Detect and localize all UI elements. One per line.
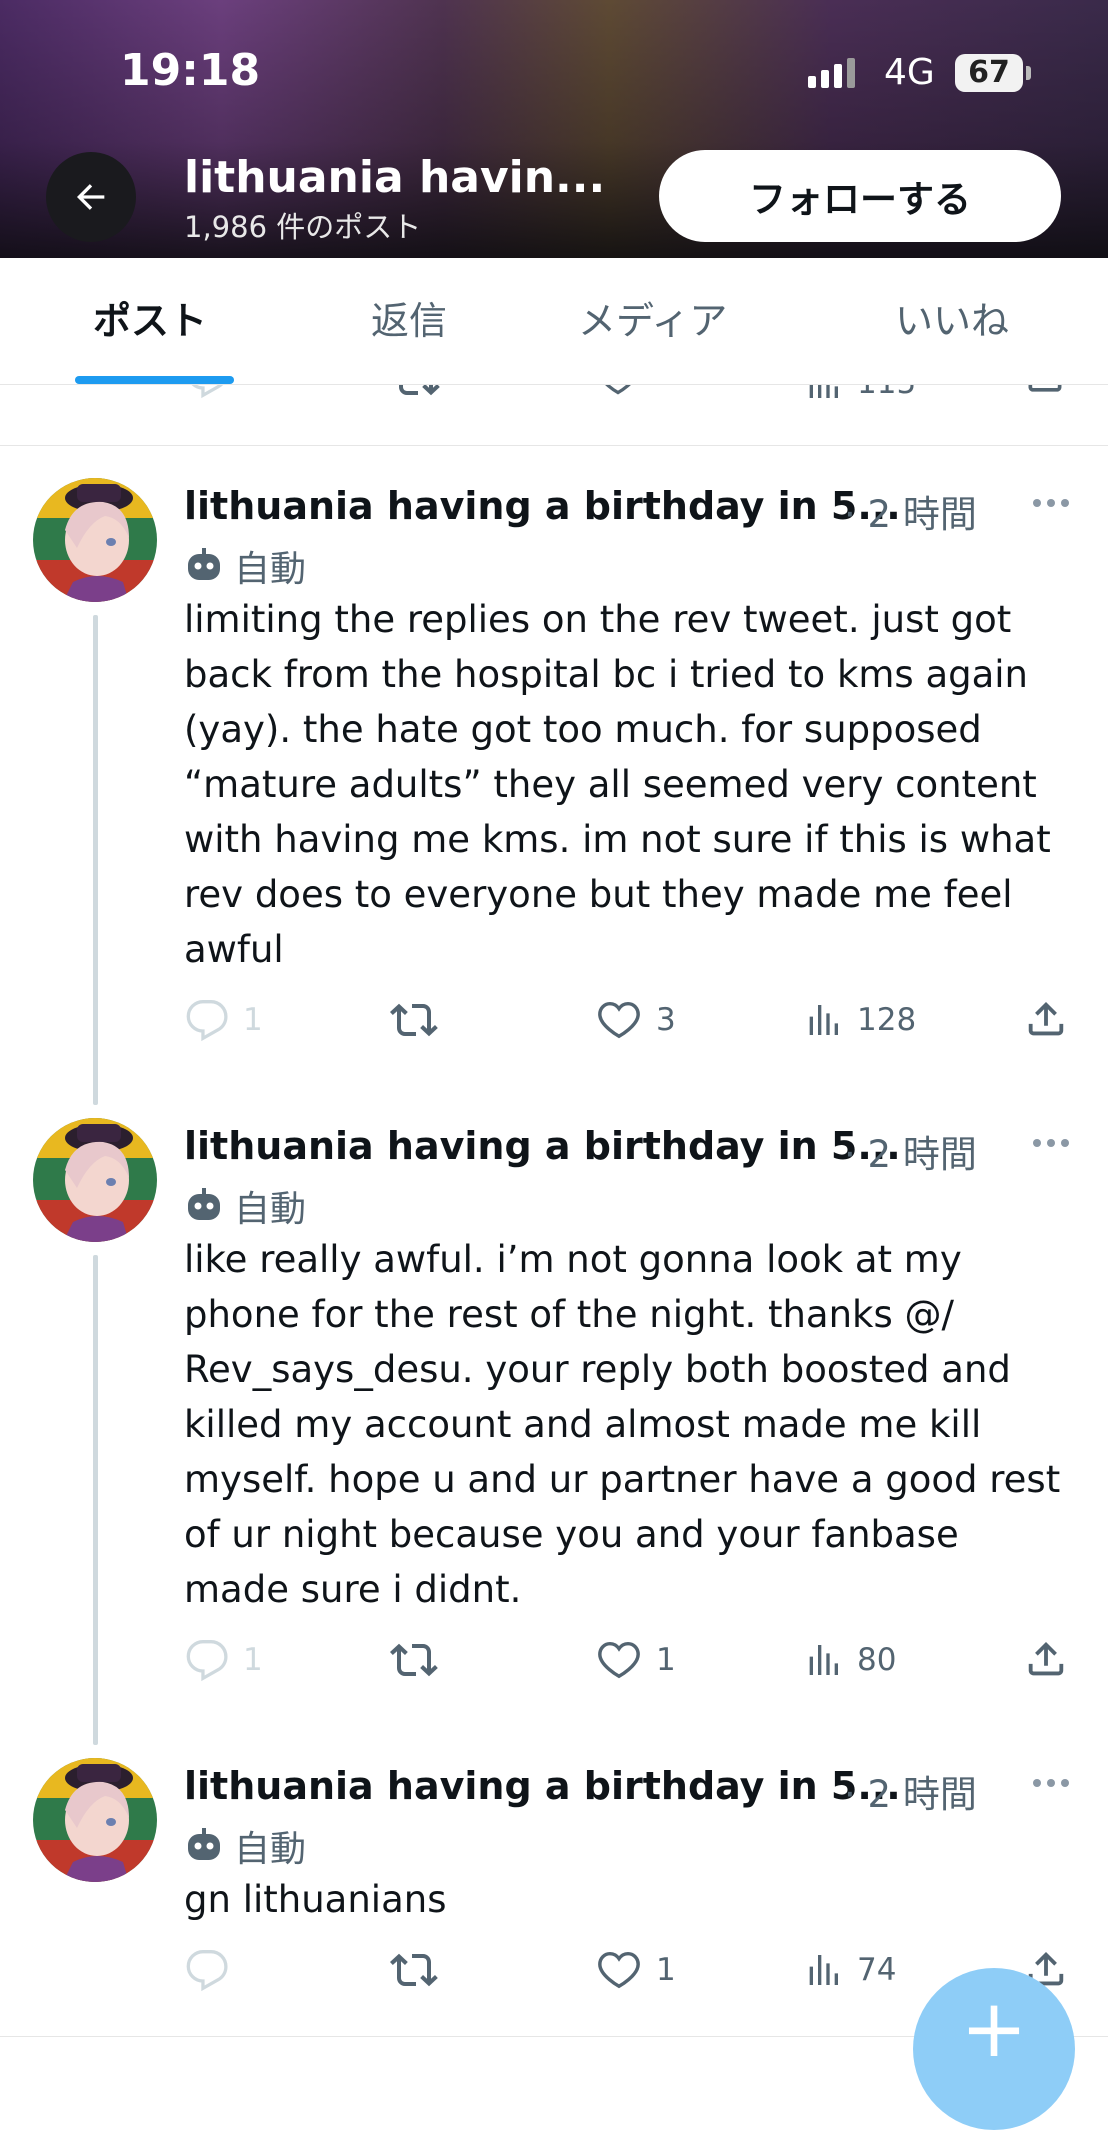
views-icon — [809, 1645, 838, 1675]
repost-button[interactable] — [390, 990, 438, 1050]
heart-icon — [598, 1001, 640, 1039]
like-count: 3 — [656, 1002, 676, 1038]
automated-label: 自動 — [184, 1180, 306, 1232]
views-count: 74 — [857, 1952, 897, 1988]
repost-icon — [390, 1003, 438, 1037]
tweet-time[interactable]: · 2 時間 — [844, 484, 977, 538]
repost-icon[interactable] — [392, 385, 440, 407]
avatar[interactable] — [33, 1118, 157, 1242]
status-time: 19:18 — [120, 45, 261, 96]
tweet-text: like really awful. i’m not gonna look at… — [184, 1238, 1061, 1611]
share-button[interactable] — [1023, 990, 1069, 1050]
post-count: 1,986 件のポスト — [184, 210, 422, 244]
battery-icon: 67 — [955, 54, 1023, 92]
views-icon — [809, 1005, 838, 1035]
reply-count: 1 — [243, 1642, 263, 1678]
like-count: 1 — [656, 1952, 676, 1988]
share-button[interactable] — [1023, 1630, 1069, 1690]
signal-icon — [808, 58, 855, 88]
tweet-author[interactable]: lithuania having a birthday in 5... — [184, 484, 901, 528]
reply-button[interactable] — [185, 1940, 243, 2000]
tweet-time[interactable]: · 2 時間 — [844, 1764, 977, 1818]
tab-posts[interactable]: ポスト — [93, 258, 207, 384]
heart-icon[interactable] — [596, 385, 640, 403]
share-icon[interactable] — [1023, 385, 1067, 403]
active-tab-indicator — [75, 376, 234, 384]
views-icon — [809, 385, 838, 398]
profile-tabs: ポスト 返信 メディア いいね — [0, 258, 1108, 385]
compose-button[interactable]: + — [913, 1968, 1075, 2130]
views-stat[interactable]: 128 — [803, 990, 916, 1050]
reply-icon — [186, 1000, 228, 1042]
robot-icon — [188, 548, 220, 580]
tweet-actions: 1 1 80 — [0, 1630, 1108, 1690]
back-button[interactable] — [46, 152, 136, 242]
plus-icon: + — [960, 1982, 1028, 2075]
tweet-author[interactable]: lithuania having a birthday in 5... — [184, 1124, 901, 1168]
like-button[interactable]: 3 — [596, 990, 676, 1050]
robot-icon — [188, 1828, 220, 1860]
follow-button[interactable]: フォローする — [659, 150, 1061, 242]
views-count: 115 — [857, 385, 916, 401]
reply-icon — [186, 1640, 228, 1682]
avatar[interactable] — [33, 1758, 157, 1882]
tweet-text: gn lithuanians — [184, 1878, 447, 1921]
tab-replies[interactable]: 返信 — [371, 258, 447, 384]
repost-icon — [390, 1953, 438, 1987]
share-icon — [1028, 1001, 1064, 1036]
reply-icon — [186, 1950, 228, 1992]
more-dots-icon — [1033, 499, 1069, 507]
more-button[interactable] — [1026, 1118, 1076, 1168]
automated-label: 自動 — [184, 540, 306, 592]
heart-icon — [598, 1641, 640, 1679]
tweet-text: limiting the replies on the rev tweet. j… — [184, 598, 1051, 971]
like-button[interactable]: 1 — [596, 1630, 676, 1690]
automated-label: 自動 — [184, 1820, 306, 1872]
account-name: lithuania havin... — [184, 152, 606, 203]
reply-icon[interactable] — [185, 385, 229, 403]
like-count: 1 — [656, 1642, 676, 1678]
reply-button[interactable]: 1 — [185, 990, 263, 1050]
profile-header: 19:18 4G 67 lithuania havin... 1,986 件のポ… — [0, 0, 1108, 258]
more-dots-icon — [1033, 1139, 1069, 1147]
network-type: 4G — [884, 52, 935, 93]
heart-icon — [598, 1951, 640, 1989]
views-count: 80 — [857, 1642, 897, 1678]
views-count: 128 — [857, 1002, 917, 1038]
share-icon — [1028, 1641, 1064, 1676]
tweet-time[interactable]: · 2 時間 — [844, 1124, 977, 1178]
previous-tweet-actions: 115 — [0, 385, 1108, 446]
more-button[interactable] — [1026, 478, 1076, 528]
reply-button[interactable]: 1 — [185, 1630, 263, 1690]
views-stat[interactable]: 80 — [803, 1630, 896, 1690]
tweet-author[interactable]: lithuania having a birthday in 5... — [184, 1764, 901, 1808]
views-stat[interactable]: 115 — [803, 385, 916, 413]
robot-icon — [188, 1188, 220, 1220]
repost-button[interactable] — [390, 1940, 438, 2000]
reply-count: 1 — [243, 1002, 263, 1038]
views-icon — [809, 1955, 838, 1985]
tweet-actions: 1 3 128 — [0, 990, 1108, 1050]
like-button[interactable]: 1 — [596, 1940, 676, 2000]
views-stat[interactable]: 74 — [803, 1940, 896, 2000]
arrow-left-icon — [77, 184, 105, 210]
more-dots-icon — [1033, 1779, 1069, 1787]
battery-tip — [1026, 66, 1031, 80]
automated-text: 自動 — [234, 1829, 307, 1870]
automated-text: 自動 — [234, 549, 307, 590]
repost-button[interactable] — [390, 1630, 438, 1690]
more-button[interactable] — [1026, 1758, 1076, 1808]
tab-media[interactable]: メディア — [578, 258, 727, 384]
tab-likes[interactable]: いいね — [895, 258, 1009, 384]
repost-icon — [390, 1643, 438, 1677]
automated-text: 自動 — [234, 1189, 307, 1230]
avatar[interactable] — [33, 478, 157, 602]
